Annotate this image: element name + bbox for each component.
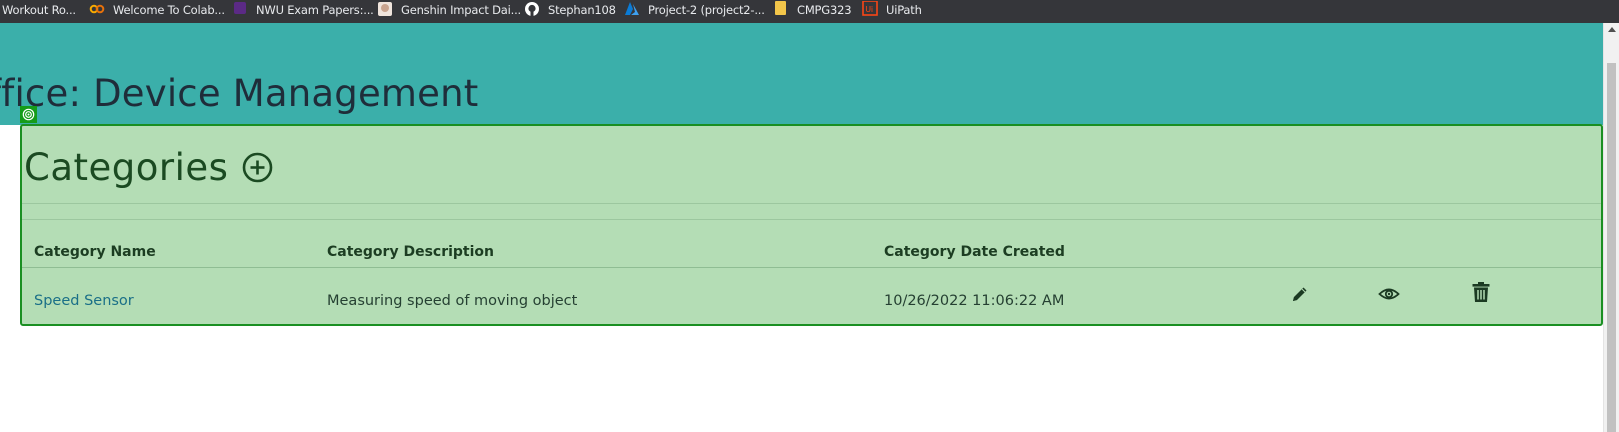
bookmark-label: Genshin Impact Dai...: [401, 2, 521, 17]
browser-viewport: Workout Ro... Welcome To Colab... NWU Ex…: [0, 0, 1619, 432]
bookmark-label: CMPG323: [797, 2, 852, 17]
colab-icon: [89, 4, 105, 13]
bookmark-label: Welcome To Colab...: [113, 2, 225, 17]
uipath-icon: Ui: [862, 0, 878, 16]
bookmark-label: Stephan108: [548, 2, 616, 17]
divider: [22, 267, 1601, 268]
column-header-name: Category Name: [34, 244, 156, 260]
category-description: Measuring speed of moving object: [327, 293, 578, 309]
bookmark-label: Project-2 (project2-...: [648, 2, 765, 17]
category-name-link[interactable]: Speed Sensor: [34, 293, 134, 309]
bookmark-colab[interactable]: Welcome To Colab...: [89, 0, 225, 23]
nwu-icon: [234, 1, 246, 14]
target-icon: [20, 106, 37, 123]
page-title: ffice: Device Management: [0, 72, 479, 115]
bookmark-genshin[interactable]: Genshin Impact Dai...: [377, 0, 521, 23]
bookmark-azure[interactable]: Project-2 (project2-...: [624, 0, 765, 23]
scrollbar-thumb[interactable]: [1607, 63, 1616, 432]
github-icon: [525, 1, 539, 16]
plus-circle-icon[interactable]: [242, 152, 273, 183]
bookmark-cmpg323[interactable]: CMPG323: [773, 0, 852, 23]
bookmark-label: Workout Ro...: [2, 2, 76, 17]
bookmark-label: NWU Exam Papers:...: [256, 2, 374, 17]
azure-icon: [625, 1, 639, 15]
bookmark-github[interactable]: Stephan108: [524, 0, 616, 23]
categories-heading: Categories: [24, 146, 273, 189]
column-header-description: Category Description: [327, 244, 495, 260]
bookmark-nwu[interactable]: NWU Exam Papers:...: [232, 0, 374, 23]
bookmark-workout[interactable]: Workout Ro...: [2, 0, 76, 23]
folder-icon: [775, 0, 786, 15]
eye-icon: [1378, 288, 1400, 300]
page-header: ffice: Device Management: [0, 23, 1603, 125]
categories-panel: Categories Category Name Category Descri…: [20, 124, 1603, 326]
delete-button[interactable]: [1469, 280, 1493, 304]
divider: [22, 203, 1601, 204]
details-button[interactable]: [1377, 282, 1401, 306]
scroll-up-arrow-icon[interactable]: [1608, 27, 1616, 32]
column-header-date: Category Date Created: [884, 244, 1065, 260]
pencil-icon: [1293, 287, 1307, 301]
bookmark-label: UiPath: [886, 2, 922, 17]
vertical-scrollbar[interactable]: [1603, 23, 1619, 432]
categories-title: Categories: [24, 146, 229, 189]
bookmarks-bar: Workout Ro... Welcome To Colab... NWU Ex…: [0, 0, 1619, 23]
bookmark-uipath[interactable]: Ui UiPath: [862, 0, 922, 23]
edit-button[interactable]: [1288, 282, 1312, 306]
category-date-created: 10/26/2022 11:06:22 AM: [884, 293, 1065, 309]
trash-icon: [1472, 282, 1490, 302]
divider: [22, 219, 1601, 220]
svg-text:Ui: Ui: [865, 5, 873, 14]
genshin-icon: [378, 1, 392, 16]
